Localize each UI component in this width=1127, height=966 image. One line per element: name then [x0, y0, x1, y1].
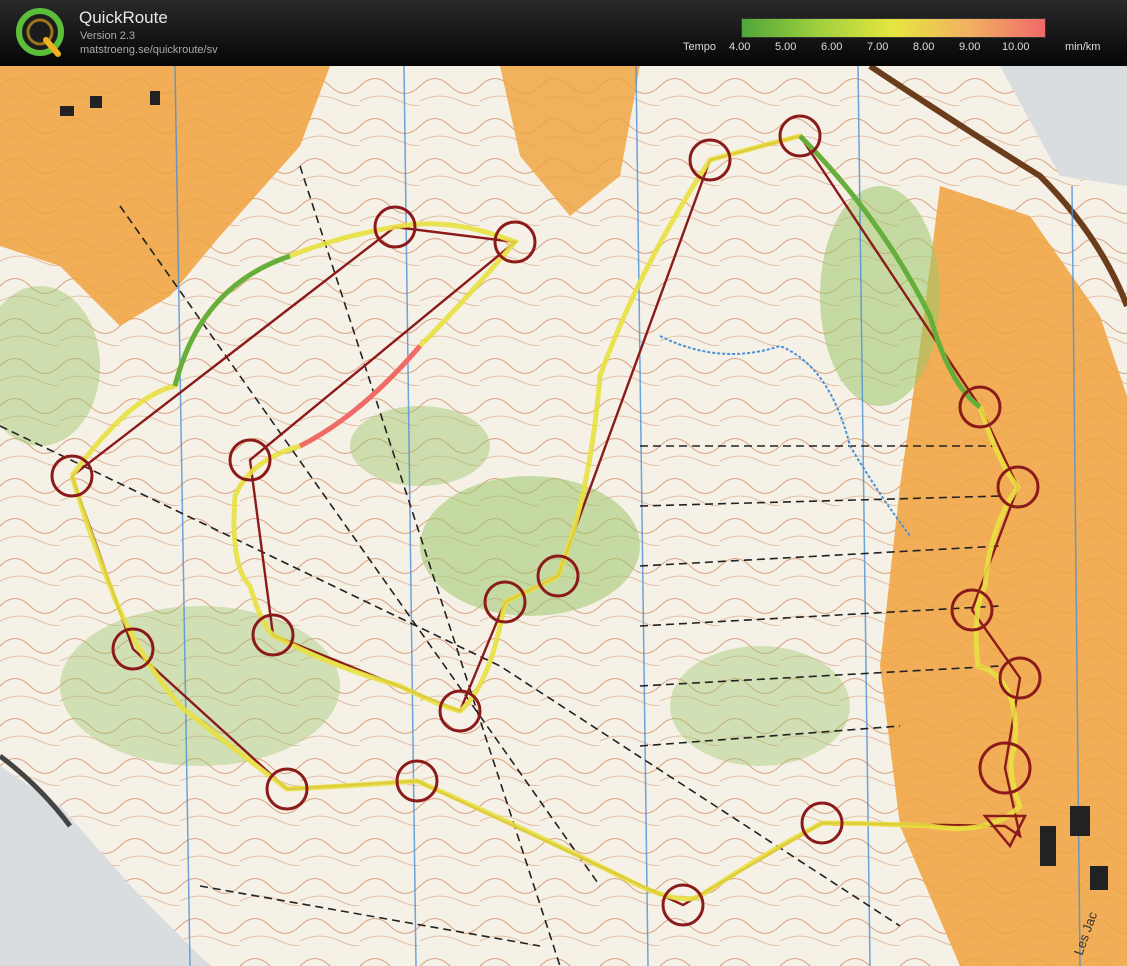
- tempo-label: Tempo: [683, 41, 717, 53]
- app-url[interactable]: matstroeng.se/quickroute/sv: [80, 44, 218, 56]
- tempo-color-scale: [741, 18, 1046, 38]
- tempo-tick: 5.00: [775, 41, 797, 53]
- quickroute-logo-icon: [16, 8, 64, 57]
- forest-area: [60, 606, 340, 766]
- orienteering-map[interactable]: Les Jac: [0, 66, 1127, 966]
- forest-area: [350, 406, 490, 486]
- app-title: QuickRoute: [79, 8, 168, 27]
- forest-area: [670, 646, 850, 766]
- forest-area: [420, 476, 640, 616]
- tempo-tick: 7.00: [867, 41, 889, 53]
- app-version: Version 2.3: [80, 30, 136, 42]
- tempo-tick: 4.00: [729, 41, 751, 53]
- tempo-tick: 6.00: [821, 41, 843, 53]
- app-header: QuickRoute Version 2.3 matstroeng.se/qui…: [0, 0, 1127, 66]
- tempo-unit: min/km: [1065, 41, 1101, 53]
- tempo-tick: 9.00: [959, 41, 981, 53]
- tempo-tick: 8.00: [913, 41, 935, 53]
- tempo-tick: 10.00: [1002, 41, 1030, 53]
